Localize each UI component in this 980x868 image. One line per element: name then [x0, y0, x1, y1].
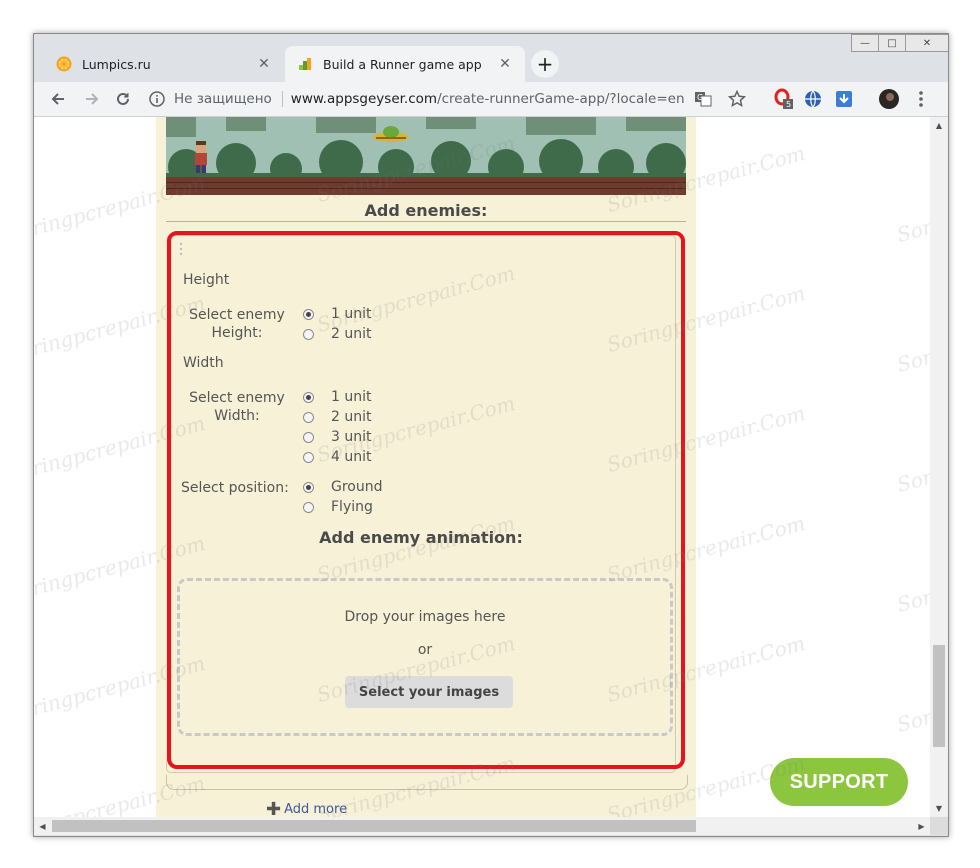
scroll-right-icon[interactable]: ▶ — [913, 817, 930, 835]
plus-icon: ✚ — [266, 799, 282, 817]
minimize-icon[interactable]: — — [851, 34, 879, 52]
address-bar[interactable]: Не защищено www.appsgeyser.com /create-r… — [144, 85, 754, 113]
url-path: /create-runnerGame-app/?locale=en — [437, 91, 685, 107]
divider — [281, 91, 283, 107]
scrollbar-corner — [930, 817, 948, 835]
url-host: www.appsgeyser.com — [290, 91, 438, 107]
horizontal-scrollbar[interactable]: ◀ ▶ — [34, 817, 948, 835]
section-divider — [166, 221, 686, 222]
add-more-label: Add more — [284, 802, 348, 817]
close-tab-icon[interactable]: ✕ — [497, 56, 513, 72]
bookmark-star-icon[interactable] — [724, 86, 750, 112]
add-more-link[interactable]: ✚ Add more — [266, 799, 347, 817]
info-icon[interactable] — [148, 90, 166, 108]
security-status: Не защищено — [174, 91, 272, 107]
maximize-icon[interactable]: □ — [878, 34, 906, 52]
orange-slice-icon — [56, 56, 72, 72]
vertical-scroll-thumb[interactable] — [933, 645, 945, 747]
browser-toolbar: Не защищено www.appsgeyser.com /create-r… — [34, 82, 948, 117]
appsgeyser-icon — [299, 58, 311, 70]
page-viewport: Add enemies: Height Select enemy Height:… — [34, 117, 930, 817]
red-highlight-frame — [167, 231, 685, 769]
horizontal-scroll-thumb[interactable] — [52, 820, 696, 832]
tab-title: Lumpics.ru — [82, 56, 151, 72]
new-tab-button[interactable]: + — [531, 50, 559, 78]
menu-dots-icon[interactable] — [908, 86, 934, 112]
opera-extension-icon[interactable]: 5 — [771, 86, 797, 112]
form-footer-border — [166, 775, 688, 790]
reload-icon[interactable] — [110, 86, 136, 112]
watermark: Soringpcrepair.Com — [894, 541, 930, 617]
translate-icon[interactable]: G — [690, 86, 716, 112]
support-button[interactable]: SUPPORT — [770, 758, 908, 806]
browser-window: Lumpics.ru ✕ Build a Runner game app ✕ +… — [33, 33, 949, 837]
avatar[interactable] — [876, 86, 902, 112]
add-enemies-title: Add enemies: — [364, 201, 488, 220]
tab-title: Build a Runner game app — [323, 56, 482, 72]
extension-badge: 5 — [786, 100, 792, 109]
tab-strip: Lumpics.ru ✕ Build a Runner game app ✕ +… — [34, 34, 948, 82]
tab-runner-game[interactable]: Build a Runner game app ✕ — [285, 46, 525, 82]
close-window-icon[interactable]: ✕ — [905, 34, 948, 52]
window-controls: — □ ✕ — [851, 34, 948, 52]
scroll-down-icon[interactable]: ▼ — [930, 800, 948, 817]
watermark: Soringpcrepair.Com — [894, 171, 930, 247]
vertical-scrollbar[interactable]: ▲ ▼ — [930, 117, 948, 817]
game-preview — [166, 117, 686, 195]
watermark: Soringpcrepair.Com — [894, 421, 930, 497]
watermark: Soringpcrepair.Com — [894, 661, 930, 737]
scroll-left-icon[interactable]: ◀ — [34, 817, 51, 835]
scroll-up-icon[interactable]: ▲ — [930, 117, 948, 134]
watermark: Soringpcrepair.Com — [894, 301, 930, 377]
back-icon[interactable] — [45, 86, 71, 112]
game-scene-image — [166, 117, 686, 195]
download-extension-icon[interactable] — [831, 86, 857, 112]
tab-lumpics[interactable]: Lumpics.ru ✕ — [44, 46, 284, 82]
globe-extension-icon[interactable] — [800, 86, 826, 112]
close-tab-icon[interactable]: ✕ — [256, 56, 272, 72]
forward-icon[interactable] — [79, 86, 105, 112]
svg-text:G: G — [697, 93, 703, 102]
